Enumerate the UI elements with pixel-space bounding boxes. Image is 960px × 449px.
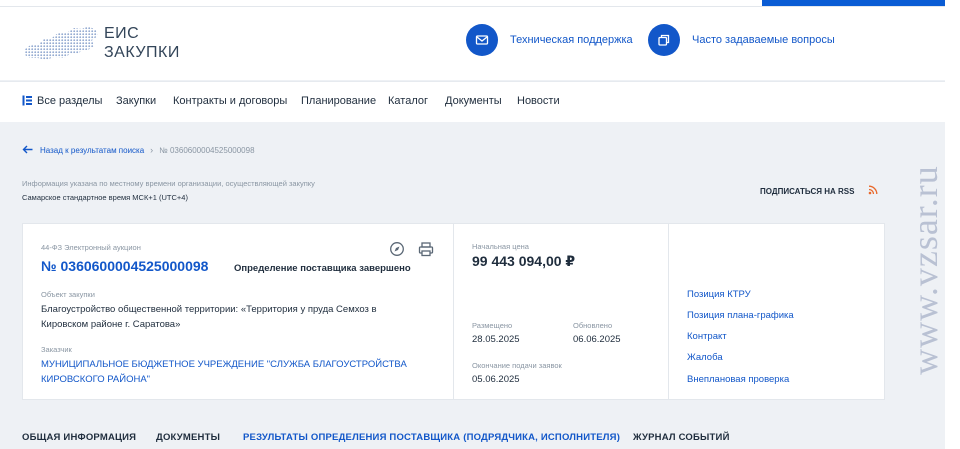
tab-results[interactable]: РЕЗУЛЬТАТЫ ОПРЕДЕЛЕНИЯ ПОСТАВЩИКА (ПОДРЯ…	[243, 432, 620, 443]
posted-date: 28.05.2025	[472, 334, 520, 345]
main-nav: Все разделы Закупки Контракты и договоры…	[0, 81, 960, 122]
mail-icon	[466, 24, 498, 56]
timezone-value: Самарское стандартное время МСК+1 (UTC+4…	[22, 193, 188, 202]
breadcrumb: Назад к результатам поиска › № 036060000…	[22, 144, 255, 156]
eis-logo[interactable]: ЕИС ЗАКУПКИ	[22, 24, 182, 64]
status-badge: Определение поставщика завершено	[234, 263, 411, 274]
support-link[interactable]: Техническая поддержка	[466, 24, 633, 56]
back-to-results-link[interactable]: Назад к результатам поиска	[40, 146, 144, 155]
nav-all-sections-label: Все разделы	[37, 95, 103, 107]
rss-label: ПОДПИСАТЬСЯ НА RSS	[760, 186, 855, 196]
sections-icon	[22, 95, 33, 109]
site-header: ЕИС ЗАКУПКИ Техническая поддержка Часто …	[0, 0, 960, 80]
posted-label: Размещено	[472, 321, 513, 330]
nav-purchases[interactable]: Закупки	[116, 95, 156, 107]
logo-line-2: ЗАКУПКИ	[104, 44, 180, 61]
card-divider-left	[453, 223, 454, 400]
rss-icon	[868, 185, 878, 197]
support-label: Техническая поддержка	[510, 34, 633, 46]
logo-line-1: ЕИС	[104, 25, 140, 42]
timezone-note: Информация указана по местному времени о…	[22, 179, 315, 188]
complaint-link[interactable]: Жалоба	[687, 352, 723, 363]
plan-schedule-link[interactable]: Позиция плана-графика	[687, 310, 794, 321]
logo-title: ЕИС ЗАКУПКИ	[104, 24, 180, 62]
nav-all-sections[interactable]: Все разделы	[22, 95, 102, 109]
russia-map-icon	[24, 26, 98, 60]
object-label: Объект закупки	[41, 290, 95, 299]
law-type: 44-ФЗ Электронный аукцион	[41, 243, 141, 252]
card-divider-right	[668, 223, 669, 400]
nav-contracts[interactable]: Контракты и договоры	[173, 95, 287, 107]
arrow-left-icon[interactable]	[22, 145, 33, 156]
breadcrumb-separator: ›	[150, 145, 154, 155]
watermark-text: www.vzsar.ru	[905, 165, 945, 375]
nav-planning[interactable]: Планирование	[301, 95, 376, 107]
nav-documents[interactable]: Документы	[445, 95, 502, 107]
faq-label: Часто задаваемые вопросы	[692, 34, 835, 46]
registry-number-link[interactable]: № 0360600004525000098	[41, 258, 208, 274]
contract-link[interactable]: Контракт	[687, 331, 727, 342]
print-icon[interactable]	[418, 241, 434, 257]
rss-subscribe-button[interactable]: ПОДПИСАТЬСЯ НА RSS	[760, 185, 878, 197]
tab-event-log[interactable]: ЖУРНАЛ СОБЫТИЙ	[633, 432, 730, 443]
object-text: Благоустройство общественной территории:…	[41, 304, 377, 330]
faq-link[interactable]: Часто задаваемые вопросы	[648, 24, 835, 56]
price-label: Начальная цена	[472, 242, 529, 251]
breadcrumb-current: № 0360600004525000098	[159, 145, 255, 155]
header-divider	[0, 6, 945, 7]
updated-date: 06.06.2025	[573, 334, 621, 345]
customer-label: Заказчик	[41, 345, 72, 354]
deadline-date: 05.06.2025	[472, 374, 520, 385]
deadline-label: Окончание подачи заявок	[472, 361, 562, 370]
right-edge-band	[945, 0, 960, 449]
price-value: 99 443 094,00 ₽	[472, 253, 576, 269]
tab-documents[interactable]: ДОКУМЕНТЫ	[156, 432, 220, 443]
tab-general-info[interactable]: ОБЩАЯ ИНФОРМАЦИЯ	[22, 432, 136, 443]
nav-news[interactable]: Новости	[517, 95, 560, 107]
ktru-position-link[interactable]: Позиция КТРУ	[687, 289, 751, 300]
customer-link[interactable]: МУНИЦИПАЛЬНОЕ БЮДЖЕТНОЕ УЧРЕЖДЕНИЕ "СЛУЖ…	[41, 357, 441, 387]
updated-label: Обновлено	[573, 321, 613, 330]
unscheduled-inspection-link[interactable]: Внеплановая проверка	[687, 374, 789, 385]
nav-catalog[interactable]: Каталог	[388, 95, 428, 107]
compass-icon[interactable]	[389, 241, 405, 257]
copy-icon	[648, 24, 680, 56]
